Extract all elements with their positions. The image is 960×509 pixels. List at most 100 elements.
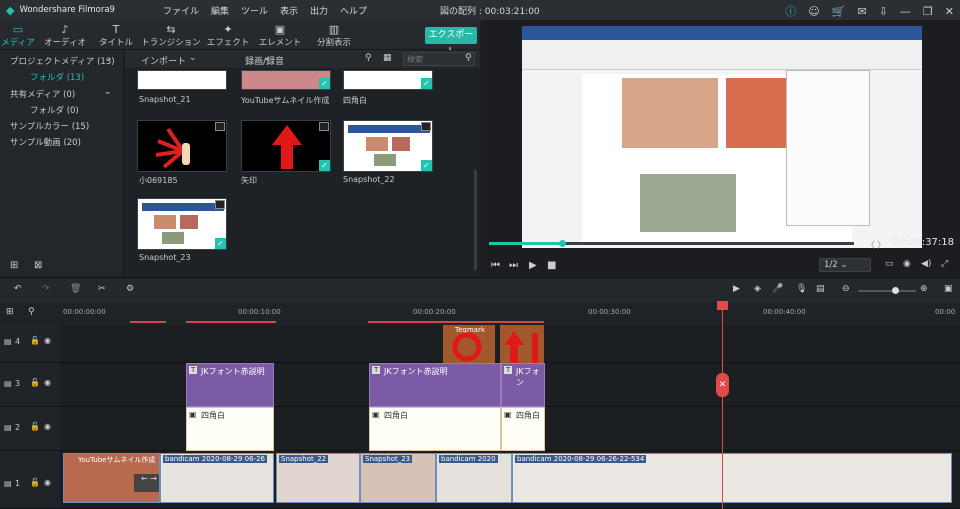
- timeline-playhead[interactable]: ✕: [716, 301, 729, 509]
- sidebar-item-shared-folder[interactable]: フォルダ (0): [30, 104, 79, 116]
- element-clip[interactable]: Tegmark: [443, 325, 495, 363]
- video-clip[interactable]: bandicam 2020-08-29 06-26-22-534: [512, 453, 952, 503]
- zoom-slider[interactable]: [858, 287, 916, 294]
- play-icon[interactable]: ▶: [529, 260, 537, 271]
- sidebar-item-folder[interactable]: フォルダ (13): [30, 71, 84, 83]
- menu-tools[interactable]: ツール: [241, 4, 268, 17]
- menu-output[interactable]: 出力: [310, 4, 328, 17]
- lock-icon[interactable]: 🔓: [30, 378, 40, 387]
- media-item[interactable]: [137, 70, 227, 90]
- chevron-down-icon[interactable]: ⌄: [104, 54, 112, 64]
- cut-icon[interactable]: ✂: [98, 284, 106, 294]
- video-clip[interactable]: Snapshot_22: [276, 453, 360, 503]
- display-settings-icon[interactable]: ▭: [885, 259, 894, 269]
- delete-folder-icon[interactable]: ⊠: [34, 260, 42, 271]
- timeline-ruler[interactable]: ⊞ ⚲ 00:00:00:00 00:00:10:00 00:00:20:00 …: [0, 303, 960, 325]
- timeline-settings-icon[interactable]: ▣: [944, 284, 953, 294]
- add-track-icon[interactable]: ⊞: [6, 307, 14, 317]
- lock-icon[interactable]: 🔓: [30, 336, 40, 345]
- video-clip[interactable]: bandicam 2020: [436, 453, 512, 503]
- menu-bar: ファイル 編集 ツール 表示 出力 ヘルプ: [163, 4, 379, 17]
- info-icon[interactable]: ⓘ: [785, 3, 796, 19]
- sidebar-item-sample-videos[interactable]: サンプル動画 (20): [10, 136, 81, 148]
- eye-icon[interactable]: ◉: [44, 378, 51, 387]
- playhead-handle[interactable]: [559, 240, 566, 247]
- redo-icon[interactable]: ↷: [42, 284, 50, 294]
- sidebar-item-shared-media[interactable]: 共有メディア (0): [10, 88, 75, 100]
- media-item[interactable]: ✓: [343, 70, 433, 90]
- new-folder-icon[interactable]: ⊞: [10, 260, 18, 271]
- volume-icon[interactable]: ◀): [921, 259, 931, 269]
- sidebar-item-sample-colors[interactable]: サンプルカラー (15): [10, 120, 89, 132]
- video-clip[interactable]: bandicam 2020-08-29 06-26: [160, 453, 274, 503]
- zoom-in-icon[interactable]: ⊕: [920, 284, 928, 294]
- video-clip[interactable]: YouTubeサムネイル作成 ← →: [63, 453, 160, 503]
- image-clip[interactable]: ▣ 四角白: [369, 407, 501, 451]
- undo-icon[interactable]: ↶: [14, 284, 22, 294]
- fullscreen-icon[interactable]: ⤢: [941, 259, 948, 269]
- menu-file[interactable]: ファイル: [163, 4, 199, 17]
- mark-out-icon[interactable]: 〉: [877, 238, 886, 251]
- trim-handles[interactable]: ← →: [134, 474, 159, 492]
- tab-transitions[interactable]: ⇆ トランジション: [141, 23, 201, 48]
- eye-icon[interactable]: ◉: [44, 422, 51, 431]
- grid-view-icon[interactable]: ▦: [383, 53, 392, 63]
- tab-split-screen[interactable]: ▥ 分割表示: [304, 23, 364, 48]
- video-clip[interactable]: Snapshot_23: [360, 453, 436, 503]
- lock-icon[interactable]: 🔓: [30, 478, 40, 487]
- element-clip[interactable]: [500, 325, 544, 363]
- media-item[interactable]: ✓: [137, 198, 227, 250]
- mark-in-icon[interactable]: 〈: [866, 238, 875, 251]
- render-icon[interactable]: ▶: [733, 284, 740, 294]
- account-icon[interactable]: ☺: [808, 5, 819, 18]
- eye-icon[interactable]: ◉: [44, 336, 51, 345]
- title-clip[interactable]: T JKフォント赤説明: [369, 363, 501, 407]
- stop-icon[interactable]: ■: [547, 260, 556, 271]
- split-icon[interactable]: ✕: [716, 373, 729, 397]
- tab-titles[interactable]: T タイトル: [86, 23, 146, 48]
- rewind-icon[interactable]: ⏮: [491, 260, 500, 271]
- image-clip[interactable]: ▣ 四角白: [186, 407, 274, 451]
- menu-view[interactable]: 表示: [280, 4, 298, 17]
- menu-help[interactable]: ヘルプ: [340, 4, 367, 17]
- step-forward-icon[interactable]: ⏭: [509, 260, 518, 271]
- import-dropdown[interactable]: インポート: [141, 54, 186, 67]
- media-item[interactable]: [137, 120, 227, 172]
- eye-icon[interactable]: ◉: [44, 478, 51, 487]
- marker-icon[interactable]: ◈: [754, 284, 761, 294]
- voiceover-icon[interactable]: 🎙: [796, 284, 807, 294]
- adjust-icon[interactable]: ⚙: [126, 284, 134, 294]
- title-clip[interactable]: T JKフォント赤説明: [186, 363, 274, 407]
- image-clip[interactable]: ▣ 四角白: [501, 407, 545, 451]
- audio-mixer-icon[interactable]: ▤: [816, 284, 825, 294]
- delete-icon[interactable]: 🗑: [70, 284, 81, 294]
- microphone-icon[interactable]: 🎤: [772, 284, 783, 294]
- cart-icon[interactable]: 🛒: [832, 5, 846, 18]
- menu-edit[interactable]: 編集: [211, 4, 229, 17]
- media-item[interactable]: ✓: [241, 70, 331, 90]
- tab-elements[interactable]: ▣ エレメント: [250, 23, 310, 48]
- close-icon[interactable]: ✕: [945, 5, 954, 18]
- playhead-top-marker[interactable]: [717, 301, 728, 310]
- zoom-select[interactable]: 1/2 ⌄: [819, 258, 871, 272]
- export-button[interactable]: エクスポート: [425, 27, 477, 57]
- link-icon[interactable]: ⚲: [28, 307, 35, 317]
- search-icon[interactable]: ⚲: [465, 53, 472, 63]
- tab-effects[interactable]: ✦ エフェクト: [198, 23, 258, 48]
- zoom-slider-handle[interactable]: [892, 287, 899, 294]
- download-icon[interactable]: ⇩: [879, 5, 888, 18]
- chevron-down-icon[interactable]: ⌄: [104, 87, 112, 97]
- lock-icon[interactable]: 🔓: [30, 422, 40, 431]
- restore-icon[interactable]: ❐: [923, 5, 933, 18]
- zoom-out-icon[interactable]: ⊖: [842, 284, 850, 294]
- media-scrollbar[interactable]: [474, 170, 477, 270]
- snapshot-icon[interactable]: ◉: [903, 259, 911, 269]
- title-clip[interactable]: T JKフォン: [501, 363, 545, 407]
- media-item[interactable]: ✓: [343, 120, 433, 172]
- filter-icon[interactable]: ⚲: [365, 53, 372, 63]
- sidebar-item-project-media[interactable]: プロジェクトメディア (13): [10, 55, 115, 67]
- preview-progress-bar[interactable]: [489, 240, 854, 247]
- media-item[interactable]: ✓: [241, 120, 331, 172]
- mail-icon[interactable]: ✉: [857, 5, 866, 18]
- minimize-icon[interactable]: —: [900, 5, 911, 18]
